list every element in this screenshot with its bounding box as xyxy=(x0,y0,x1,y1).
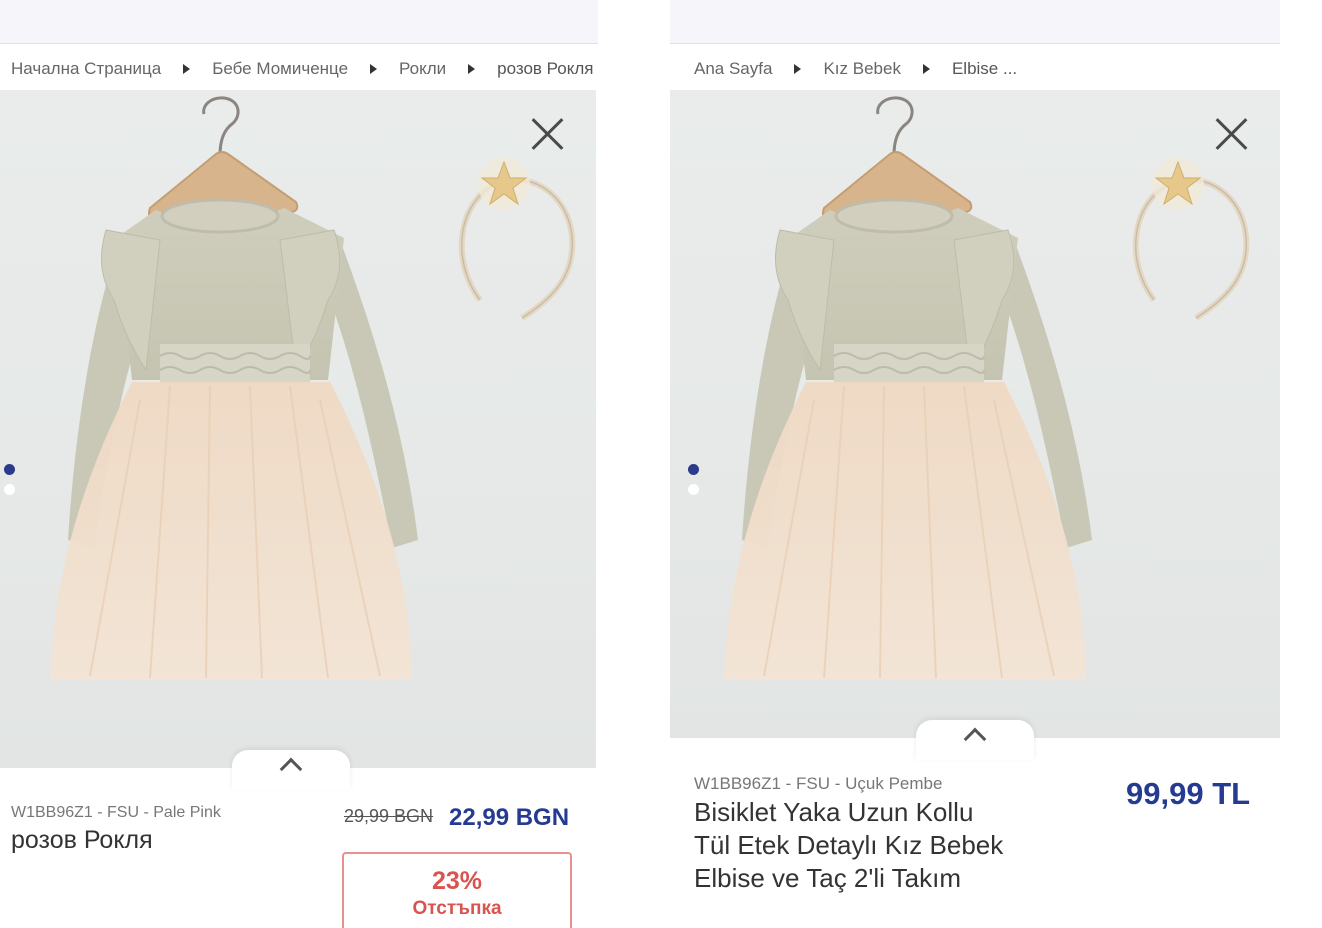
product-name: Bisiklet Yaka Uzun Kollu Tül Etek Detayl… xyxy=(694,797,1004,893)
discount-label: Отстъпка xyxy=(412,898,502,919)
top-bar xyxy=(670,0,1280,44)
gallery-pagination xyxy=(4,464,15,495)
product-name: розов Рокля xyxy=(11,826,153,854)
product-panel-tr: Ana Sayfa Kız Bebek Elbise ... W1BB96Z1 … xyxy=(670,0,1280,928)
expand-details-button[interactable] xyxy=(232,750,350,790)
chevron-up-icon xyxy=(963,727,987,751)
breadcrumb-current: розов Рокля xyxy=(497,59,594,78)
expand-details-button[interactable] xyxy=(916,720,1034,760)
product-gallery[interactable] xyxy=(0,90,596,768)
gallery-dot-1[interactable] xyxy=(688,464,699,475)
product-panel-bg: Начална Страница Бебе Момиченце Рокли ро… xyxy=(0,0,598,928)
top-bar xyxy=(0,0,598,44)
breadcrumb: Ana Sayfa Kız Bebek Elbise ... xyxy=(670,52,1280,86)
current-price: 22,99 BGN xyxy=(449,804,570,831)
breadcrumb-current[interactable]: Elbise ... xyxy=(952,59,1017,79)
caret-right-icon xyxy=(468,64,476,74)
product-image xyxy=(670,90,1280,738)
gallery-pagination xyxy=(688,464,699,495)
discount-badge: 23% Отстъпка xyxy=(342,852,572,928)
product-gallery[interactable] xyxy=(670,90,1280,738)
old-price: 29,99 BGN xyxy=(344,806,434,826)
gallery-dot-1[interactable] xyxy=(4,464,15,475)
discount-percent: 23% xyxy=(431,867,483,895)
product-sku: W1BB96Z1 - FSU - Pale Pink xyxy=(11,804,221,821)
close-icon[interactable] xyxy=(530,116,566,152)
product-sku: W1BB96Z1 - FSU - Uçuk Pembe xyxy=(694,774,943,793)
breadcrumb-baby-girl[interactable]: Kız Bebek xyxy=(823,59,901,79)
gallery-dot-2[interactable] xyxy=(4,484,15,495)
caret-right-icon xyxy=(922,64,930,74)
chevron-up-icon xyxy=(279,757,303,781)
gallery-dot-2[interactable] xyxy=(688,484,699,495)
product-image xyxy=(0,90,596,768)
breadcrumb-baby-girl[interactable]: Бебе Момиченце xyxy=(212,59,348,79)
caret-right-icon xyxy=(370,64,378,74)
breadcrumb-home[interactable]: Начална Страница xyxy=(11,59,161,79)
close-icon[interactable] xyxy=(1214,116,1250,152)
caret-right-icon xyxy=(794,64,802,74)
breadcrumb-dresses[interactable]: Рокли xyxy=(399,59,446,79)
breadcrumb: Начална Страница Бебе Момиченце Рокли ро… xyxy=(0,52,598,86)
breadcrumb-home[interactable]: Ana Sayfa xyxy=(694,59,772,79)
current-price: 99,99 TL xyxy=(1126,776,1251,811)
caret-right-icon xyxy=(183,64,191,74)
